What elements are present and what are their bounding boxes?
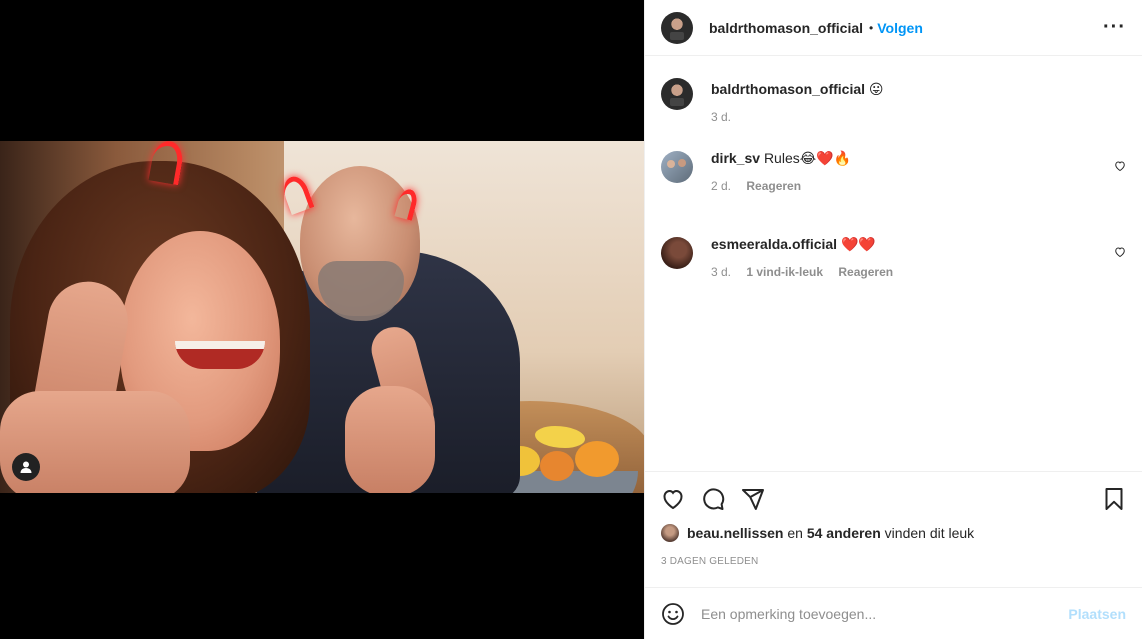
comment-item: dirk_sv Rules😂❤️🔥 2 d. Reageren bbox=[661, 150, 1126, 193]
owner-username[interactable]: baldrthomason_official bbox=[709, 20, 863, 36]
post-comment-button[interactable]: Plaatsen bbox=[1068, 606, 1126, 622]
separator-dot: • bbox=[869, 20, 874, 35]
likes-summary: beau.nellissen en 54 anderen vinden dit … bbox=[661, 524, 1126, 542]
post-photo[interactable] bbox=[0, 141, 644, 493]
comment-likes-count[interactable]: 1 vind-ik-leuk bbox=[746, 265, 823, 279]
comments-list: baldrthomason_official 😛 3 d. dirk_sv Ru… bbox=[645, 56, 1142, 472]
user-tag-icon[interactable] bbox=[12, 453, 40, 481]
heart-icon[interactable] bbox=[1114, 159, 1126, 175]
avatar[interactable] bbox=[661, 151, 693, 183]
heart-icon[interactable] bbox=[1114, 245, 1126, 261]
post-media bbox=[0, 0, 644, 639]
avatar[interactable] bbox=[661, 11, 693, 44]
comment-item: esmeeralda.official ❤️❤️ 3 d. 1 vind-ik-… bbox=[661, 236, 1126, 279]
likes-connector: en bbox=[787, 525, 803, 541]
comment-username[interactable]: dirk_sv bbox=[711, 150, 760, 166]
caption: baldrthomason_official 😛 3 d. bbox=[661, 78, 1126, 124]
comment-text: Rules😂❤️🔥 bbox=[763, 150, 851, 166]
comment-age: 2 d. bbox=[711, 179, 732, 193]
comment-age: 3 d. bbox=[711, 265, 732, 279]
post-timestamp: 3 DAGEN GELEDEN bbox=[661, 556, 759, 567]
comment-input[interactable] bbox=[701, 605, 1069, 622]
emoji-icon[interactable] bbox=[661, 602, 685, 626]
add-comment-bar: Plaatsen bbox=[645, 587, 1142, 639]
likes-others-link[interactable]: 54 anderen bbox=[807, 525, 881, 541]
action-bar: beau.nellissen en 54 anderen vinden dit … bbox=[645, 471, 1142, 587]
share-icon[interactable] bbox=[741, 487, 765, 511]
avatar[interactable] bbox=[661, 78, 693, 110]
likes-suffix: vinden dit leuk bbox=[884, 525, 975, 541]
avatar[interactable] bbox=[661, 237, 693, 269]
caption-username[interactable]: baldrthomason_official bbox=[711, 81, 865, 97]
follow-button[interactable]: Volgen bbox=[877, 20, 923, 36]
comment-icon[interactable] bbox=[701, 487, 725, 511]
reply-button[interactable]: Reageren bbox=[746, 179, 801, 193]
heart-icon[interactable] bbox=[661, 487, 685, 511]
caption-age: 3 d. bbox=[711, 110, 732, 124]
post-header: baldrthomason_official • Volgen ··· bbox=[645, 0, 1142, 56]
caption-text: 😛 bbox=[868, 81, 884, 97]
liker-username[interactable]: beau.nellissen bbox=[687, 525, 783, 541]
comment-text: ❤️❤️ bbox=[840, 236, 876, 252]
comment-username[interactable]: esmeeralda.official bbox=[711, 236, 837, 252]
reply-button[interactable]: Reageren bbox=[838, 265, 893, 279]
more-icon[interactable]: ··· bbox=[1103, 16, 1126, 39]
post-panel: baldrthomason_official • Volgen ··· bald… bbox=[644, 0, 1142, 639]
avatar[interactable] bbox=[661, 524, 679, 542]
bookmark-icon[interactable] bbox=[1102, 487, 1126, 511]
